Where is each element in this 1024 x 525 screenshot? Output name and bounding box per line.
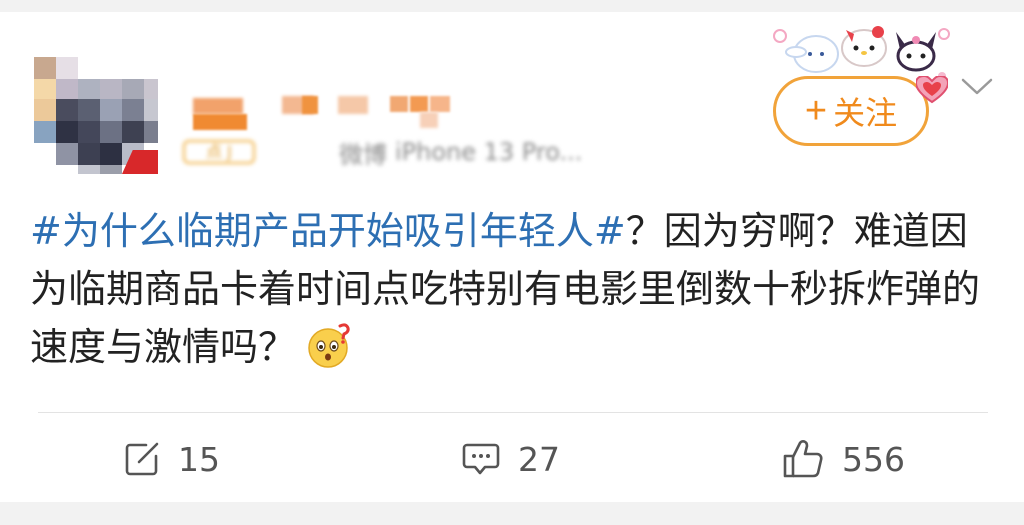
divider (38, 412, 988, 413)
plus-icon: + (804, 90, 828, 132)
vip-tag: 点 J (183, 140, 255, 164)
post-text: #为什么临期产品开始吸引年轻人#？因为穷啊？难道因为临期商品卡着时间点吃特别有电… (30, 202, 1000, 376)
hashtag-link[interactable]: #为什么临期产品开始吸引年轻人# (30, 209, 626, 253)
confused-face-emoji-icon (308, 323, 350, 368)
avatar[interactable] (34, 42, 158, 174)
card-separator (0, 502, 1024, 525)
like-button[interactable]: 556 (782, 437, 905, 481)
comment-button[interactable]: 27 (462, 437, 560, 481)
heart-sticker-icon (916, 76, 948, 104)
repost-icon (125, 442, 159, 476)
chevron-down-icon[interactable] (960, 76, 994, 98)
source-prefix: 微博 (339, 140, 387, 169)
like-count: 556 (842, 439, 905, 479)
comment-count: 27 (518, 439, 560, 479)
weibo-post-card: 点 J 微博 iPhone 13 Pro... + 关注 #为什么临期产品开始吸… (0, 12, 1024, 502)
follow-label: 关注 (833, 95, 898, 131)
comment-icon (462, 443, 500, 475)
follow-button[interactable]: + 关注 (773, 76, 929, 146)
post-source: iPhone 13 Pro... (395, 138, 583, 166)
repost-count: 15 (178, 439, 220, 479)
post-meta: 点 J 微博 iPhone 13 Pro... (183, 137, 583, 169)
repost-button[interactable]: 15 (124, 437, 220, 481)
thumbs-up-icon (783, 440, 823, 478)
